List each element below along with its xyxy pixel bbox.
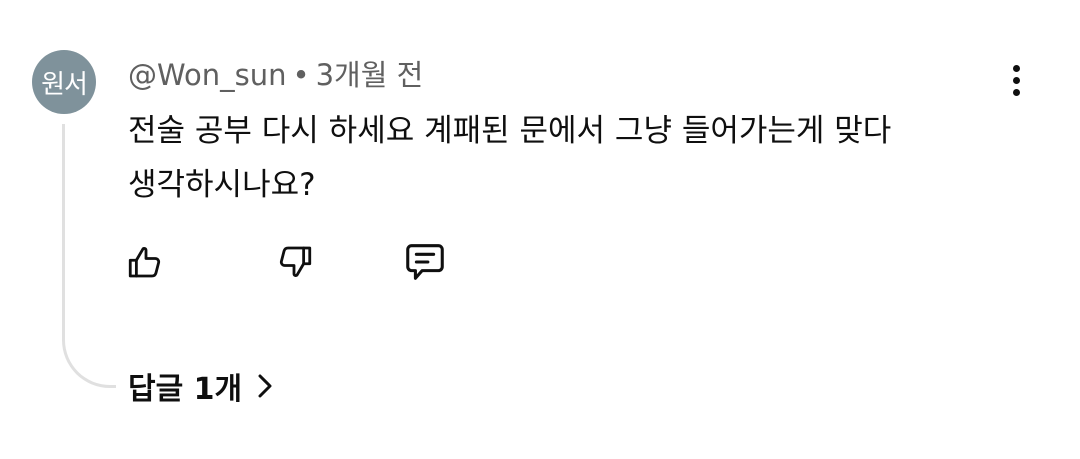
comment-text: 전술 공부 다시 하세요 계패된 문에서 그냥 들어가는게 맞다 생각하시나요? — [128, 104, 1008, 212]
author-name[interactable]: @Won_sun — [128, 58, 286, 92]
more-vertical-icon — [1012, 64, 1020, 72]
comment-icon — [406, 244, 444, 280]
reply-button[interactable] — [401, 238, 449, 286]
comment-text-line: 전술 공부 다시 하세요 계패된 문에서 그냥 들어가는게 맞다 — [128, 113, 892, 149]
avatar[interactable]: 원서 — [32, 50, 96, 114]
like-button[interactable] — [122, 238, 170, 286]
thumbs-up-icon — [128, 247, 161, 278]
chevron-right-icon — [258, 374, 272, 398]
view-replies-button[interactable]: 답글 1개 — [128, 364, 274, 408]
dislike-button[interactable] — [270, 238, 318, 286]
more-options-button[interactable] — [996, 60, 1036, 100]
thumbs-down-icon — [279, 246, 312, 277]
replies-label: 답글 1개 — [128, 372, 243, 407]
meta-separator: • — [292, 58, 310, 92]
comment-meta: @Won_sun • 3개월 전 — [128, 52, 423, 94]
comment-text-line: 생각하시나요? — [128, 167, 316, 203]
thread-line — [62, 124, 116, 388]
comment-timestamp: 3개월 전 — [315, 58, 424, 92]
